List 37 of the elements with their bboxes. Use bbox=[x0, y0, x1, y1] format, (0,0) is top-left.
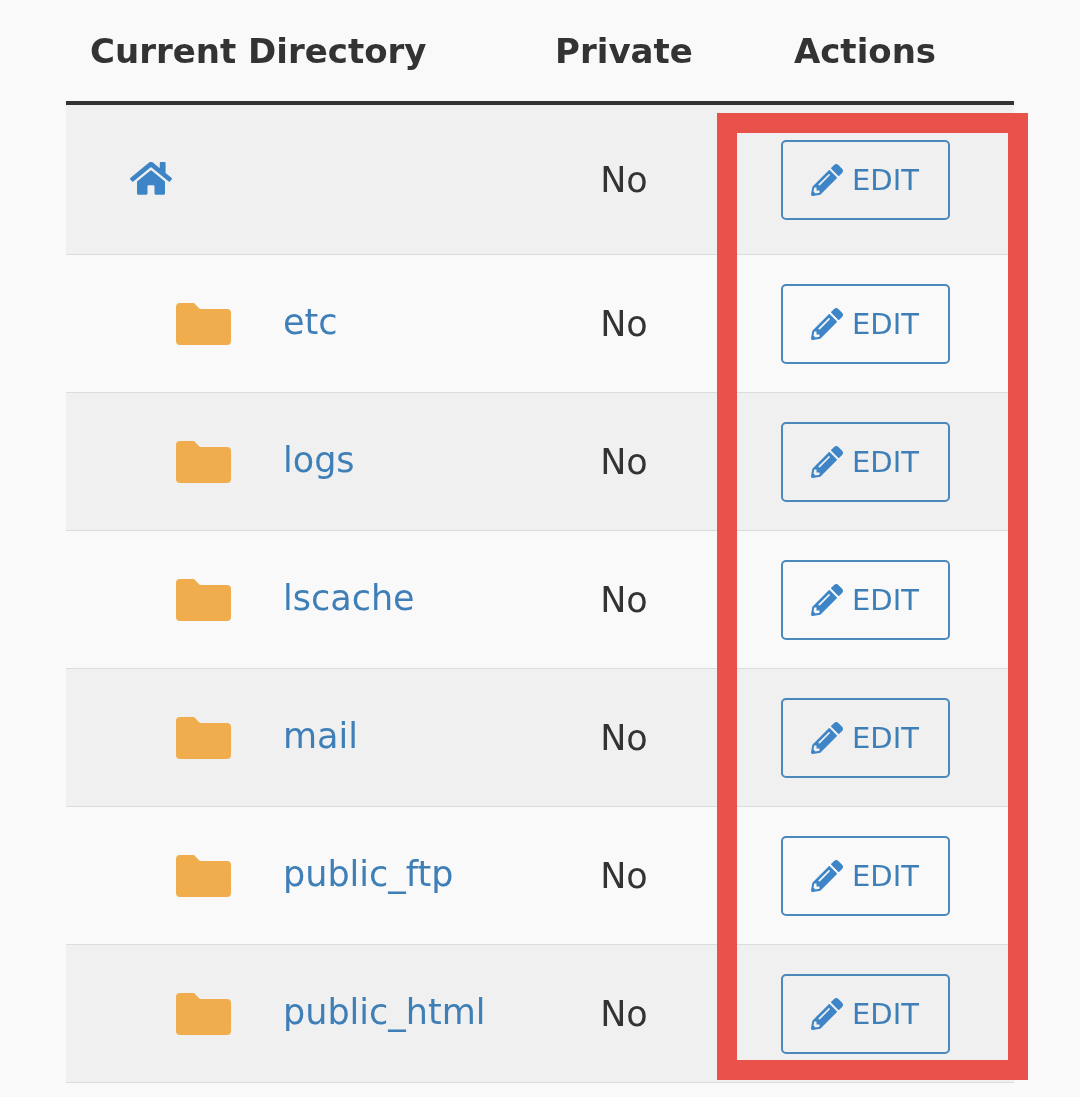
private-status: No bbox=[600, 441, 648, 482]
private-status: No bbox=[600, 159, 648, 200]
folder-icon bbox=[176, 854, 231, 897]
edit-button[interactable]: EDIT bbox=[780, 697, 950, 778]
pencil-icon bbox=[811, 307, 844, 340]
folder-icon bbox=[176, 992, 231, 1035]
home-icon bbox=[130, 162, 172, 197]
directory-link[interactable]: lscache bbox=[283, 577, 415, 618]
pencil-icon bbox=[811, 445, 844, 478]
directory-link[interactable]: public_html bbox=[283, 991, 486, 1032]
edit-button[interactable]: EDIT bbox=[780, 283, 950, 364]
folder-icon bbox=[176, 440, 231, 483]
edit-button[interactable]: EDIT bbox=[780, 973, 950, 1054]
private-status: No bbox=[600, 579, 648, 620]
pencil-icon bbox=[811, 163, 844, 196]
pencil-icon bbox=[811, 997, 844, 1030]
private-status: No bbox=[600, 855, 648, 896]
folder-icon bbox=[176, 716, 231, 759]
pencil-icon bbox=[811, 859, 844, 892]
pencil-icon bbox=[811, 583, 844, 616]
edit-button[interactable]: EDIT bbox=[780, 559, 950, 640]
directory-link[interactable]: logs bbox=[283, 439, 355, 480]
edit-button[interactable]: EDIT bbox=[780, 139, 950, 220]
private-status: No bbox=[600, 717, 648, 758]
private-status: No bbox=[600, 303, 648, 344]
column-header: Current Directory bbox=[89, 30, 427, 71]
directory-link[interactable]: mail bbox=[283, 715, 358, 756]
folder-icon bbox=[176, 578, 231, 621]
private-status: No bbox=[600, 993, 648, 1034]
directory-link[interactable]: public_ftp bbox=[283, 853, 454, 894]
pencil-icon bbox=[811, 721, 844, 754]
folder-icon bbox=[176, 302, 231, 345]
edit-button[interactable]: EDIT bbox=[780, 835, 950, 916]
edit-button[interactable]: EDIT bbox=[780, 421, 950, 502]
column-header: Actions bbox=[793, 30, 937, 71]
directory-link[interactable]: etc bbox=[283, 301, 338, 342]
column-header: Private bbox=[555, 30, 693, 71]
